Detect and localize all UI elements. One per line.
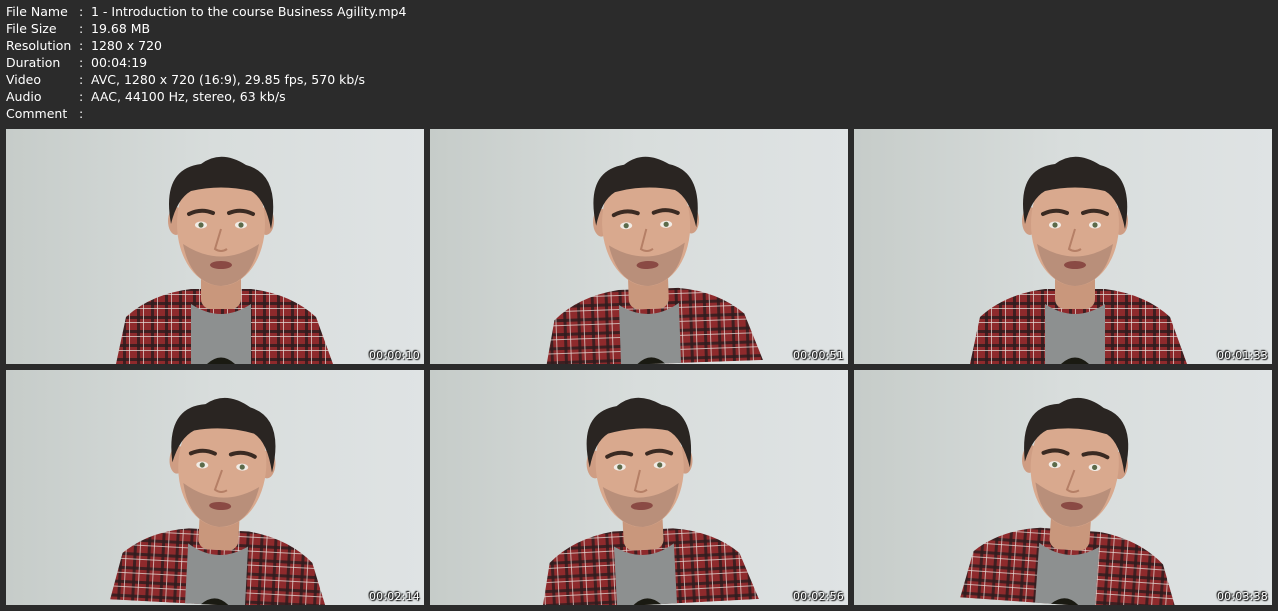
thumbnail-timestamp: 00:00:10 <box>368 349 420 362</box>
thumbnail-timestamp: 00:02:14 <box>368 590 420 603</box>
thumbnail-timestamp: 00:02:56 <box>792 590 844 603</box>
info-row-audio: Audio : AAC, 44100 Hz, stereo, 63 kb/s <box>6 88 406 105</box>
media-info: File Name : 1 - Introduction to the cour… <box>6 3 406 122</box>
thumbnail-frame-image <box>546 156 763 364</box>
thumbnail-frame-image <box>542 397 759 605</box>
presenter-figure <box>110 397 327 605</box>
info-separator: : <box>79 21 84 36</box>
presenter-figure <box>542 397 759 605</box>
info-row-file-name: File Name : 1 - Introduction to the cour… <box>6 3 406 20</box>
video-thumbnail[interactable]: 00:00:51 <box>430 129 848 364</box>
video-thumbnail[interactable]: 00:02:56 <box>430 370 848 605</box>
info-value: AVC, 1280 x 720 (16:9), 29.85 fps, 570 k… <box>91 72 366 87</box>
thumbnail-timestamp: 00:03:38 <box>1216 590 1268 603</box>
info-separator: : <box>79 38 84 53</box>
video-thumbnail[interactable]: 00:01:33 <box>854 129 1272 364</box>
info-value: 19.68 MB <box>91 21 151 36</box>
contact-sheet: File Name : 1 - Introduction to the cour… <box>0 0 1278 611</box>
info-separator: : <box>79 89 84 104</box>
info-value: 00:04:19 <box>91 55 148 70</box>
info-row-file-size: File Size : 19.68 MB <box>6 20 406 37</box>
thumbnail-timestamp: 00:01:33 <box>1216 349 1268 362</box>
info-value: 1 - Introduction to the course Business … <box>91 4 407 19</box>
info-row-resolution: Resolution : 1280 x 720 <box>6 37 406 54</box>
presenter-figure <box>970 156 1187 364</box>
thumbnail-frame-image <box>970 156 1187 364</box>
info-key: Video <box>6 72 42 87</box>
info-key: File Name <box>6 4 68 19</box>
info-key: File Size <box>6 21 57 36</box>
video-thumbnail[interactable]: 00:03:38 <box>854 370 1272 605</box>
presenter-figure <box>116 156 333 364</box>
video-thumbnail[interactable]: 00:00:10 <box>6 129 424 364</box>
info-separator: : <box>79 55 84 70</box>
info-value: AAC, 44100 Hz, stereo, 63 kb/s <box>91 89 286 104</box>
thumbnail-grid: 00:00:10 00:00:51 00:01:33 00:02:14 00:0… <box>6 129 1276 605</box>
info-key: Duration <box>6 55 61 70</box>
thumbnail-frame-image <box>110 397 327 605</box>
info-key: Resolution <box>6 38 72 53</box>
info-separator: : <box>79 106 84 121</box>
thumbnail-frame-image <box>116 156 333 364</box>
info-key: Comment <box>6 106 68 121</box>
info-row-duration: Duration : 00:04:19 <box>6 54 406 71</box>
info-value: 1280 x 720 <box>91 38 163 53</box>
info-row-video: Video : AVC, 1280 x 720 (16:9), 29.85 fp… <box>6 71 406 88</box>
video-thumbnail[interactable]: 00:02:14 <box>6 370 424 605</box>
info-separator: : <box>79 72 84 87</box>
presenter-figure <box>960 398 1177 605</box>
presenter-figure <box>546 156 763 364</box>
thumbnail-timestamp: 00:00:51 <box>792 349 844 362</box>
info-key: Audio <box>6 89 42 104</box>
thumbnail-frame-image <box>960 398 1177 605</box>
info-row-comment: Comment : <box>6 105 406 122</box>
info-separator: : <box>79 4 84 19</box>
